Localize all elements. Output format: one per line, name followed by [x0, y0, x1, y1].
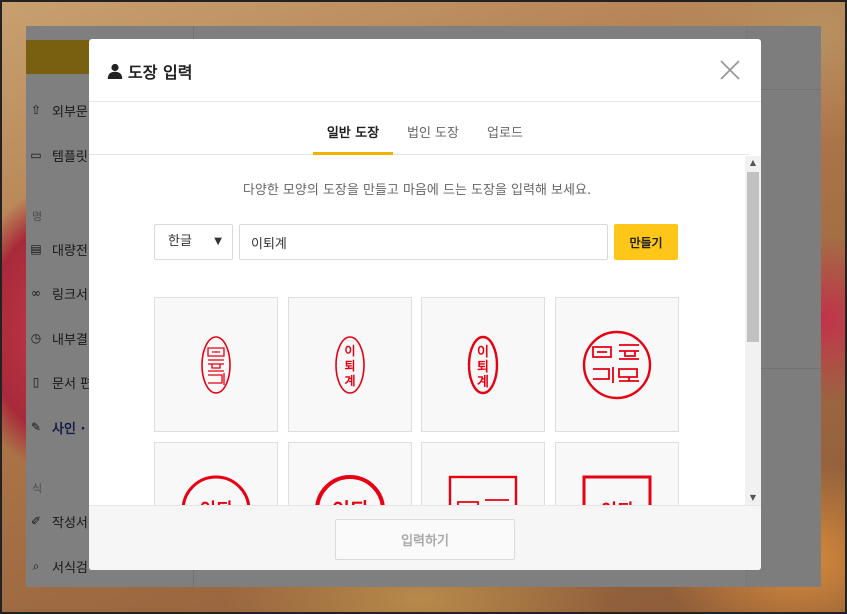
- stamp-text: 계: [477, 375, 489, 390]
- submit-button[interactable]: 입력하기: [335, 519, 515, 560]
- modal-title-text: 도장 입력: [128, 63, 193, 82]
- stamp-option[interactable]: [421, 442, 545, 505]
- make-button[interactable]: 만들기: [614, 224, 678, 260]
- person-icon: [107, 63, 123, 79]
- stamp-oval-stacked-icon: 이 퇴 계: [335, 335, 365, 394]
- tab-corporate-stamp[interactable]: 법인 도장: [397, 117, 469, 155]
- modal-footer: 입력하기: [89, 505, 761, 570]
- language-select-value: 한글: [168, 234, 192, 249]
- scrollbar[interactable]: ▲ ▼: [745, 156, 761, 505]
- name-input[interactable]: [239, 224, 608, 260]
- stamp-circle-bold-icon: 이퇴: [181, 475, 251, 505]
- tab-upload[interactable]: 업로드: [477, 117, 533, 155]
- stamp-content: 다양한 모양의 도장을 만들고 마음에 드는 도장을 입력해 보세요. 한글 ▼…: [89, 156, 745, 505]
- stamp-tabs: 일반 도장 법인 도장 업로드: [89, 117, 749, 155]
- description-text: 다양한 모양의 도장을 만들고 마음에 드는 도장을 입력해 보세요.: [242, 183, 592, 198]
- stamp-option[interactable]: [555, 297, 679, 432]
- modal-header: 도장 입력: [89, 39, 761, 102]
- stamp-circle-heavy-icon: 이퇴: [315, 474, 385, 506]
- scroll-up-arrow-icon[interactable]: ▲: [745, 156, 761, 170]
- stamp-text: 이: [477, 344, 489, 360]
- stamp-text: 계: [344, 373, 355, 388]
- close-icon[interactable]: [719, 59, 741, 81]
- stamp-option[interactable]: 이 퇴 계: [421, 297, 545, 432]
- stamp-option[interactable]: [154, 297, 278, 432]
- scroll-down-arrow-icon[interactable]: ▼: [745, 491, 761, 505]
- stamp-option[interactable]: 이퇴: [288, 442, 412, 505]
- stamp-text: 이: [344, 343, 355, 358]
- stamp-text: 퇴: [477, 359, 489, 375]
- stamp-oval-bold-icon: 이 퇴 계: [467, 335, 499, 394]
- stamp-option[interactable]: 이퇴: [555, 442, 679, 505]
- stamp-option[interactable]: 이 퇴 계: [288, 297, 412, 432]
- stamp-square-thin-icon: [448, 475, 518, 505]
- stamp-option[interactable]: 이퇴: [154, 442, 278, 505]
- language-select[interactable]: 한글 ▼: [154, 224, 233, 260]
- tab-general-stamp[interactable]: 일반 도장: [313, 117, 393, 155]
- caret-down-icon: ▼: [214, 236, 222, 247]
- stamp-square-bold-icon: 이퇴: [582, 475, 652, 505]
- stamp-text: 퇴: [344, 358, 355, 373]
- scroll-thumb[interactable]: [747, 172, 759, 342]
- stamp-text: 이퇴: [332, 498, 369, 506]
- stamp-input-modal: 도장 입력 일반 도장 법인 도장 업로드 다양한 모양의 도장을 만들고 마음…: [89, 39, 761, 570]
- modal-title: 도장 입력: [107, 59, 192, 83]
- stamp-circle-four-icon: [582, 330, 652, 399]
- stamp-oval-thin-icon: [201, 335, 231, 394]
